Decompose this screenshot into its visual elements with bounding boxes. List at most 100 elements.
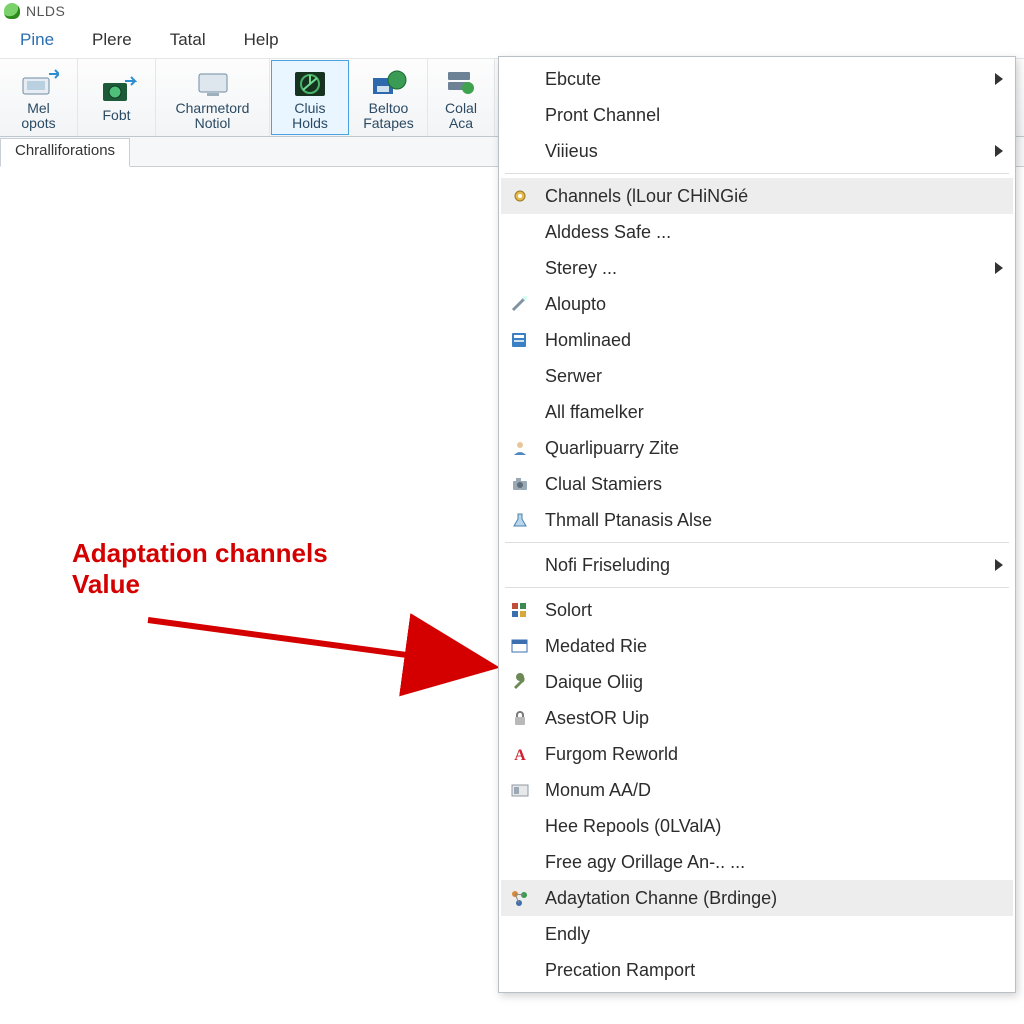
blank-icon (507, 257, 533, 279)
context-menu-item-label: AsestOR Uip (545, 708, 1003, 729)
tool-label: Cluis (294, 100, 325, 116)
context-menu-item[interactable]: Adaytation Channe (Brdinge) (501, 880, 1013, 916)
window-icon (507, 635, 533, 657)
blank-icon (507, 140, 533, 162)
context-menu-item-label: Hee Repools (0LValA) (545, 816, 1003, 837)
submenu-arrow-icon (995, 559, 1003, 571)
gear-icon (507, 185, 533, 207)
tool-beltoo[interactable]: BeltooFatapes (350, 59, 428, 136)
svg-text:A: A (514, 747, 526, 763)
menubar: Pine Plere Tatal Help (0, 22, 1024, 59)
submenu-arrow-icon (995, 145, 1003, 157)
camera-icon (507, 473, 533, 495)
submenu-arrow-icon (995, 73, 1003, 85)
context-menu: Ebcute Pront Channel Viiieus Channels (lLou… (498, 56, 1016, 993)
server-icon (440, 67, 482, 99)
blank-icon (507, 401, 533, 423)
context-menu-item-label: Channels (lLour CHiNGié (545, 186, 1003, 207)
context-menu-item-label: Monum AA/D (545, 780, 1003, 801)
context-menu-item[interactable]: Aloupto (501, 286, 1013, 322)
panel-icon (507, 779, 533, 801)
context-menu-item[interactable]: Monum AA/D (501, 772, 1013, 808)
titlebar: NLDS (0, 0, 1024, 22)
context-menu-item-label: Aloupto (545, 294, 1003, 315)
context-menu-item-label: Alddess Safe ... (545, 222, 1003, 243)
context-menu-item-label: Ebcute (545, 69, 983, 90)
app-shield-icon (4, 3, 20, 19)
context-menu-item[interactable]: Hee Repools (0LValA) (501, 808, 1013, 844)
disk-globe-icon (368, 67, 410, 99)
wand-icon (507, 293, 533, 315)
menu-tatal[interactable]: Tatal (152, 26, 224, 54)
context-menu-item[interactable]: Serwer (501, 358, 1013, 394)
tool-colal[interactable]: ColalAca (428, 59, 495, 136)
context-menu-item[interactable]: Precation Ramport (501, 952, 1013, 988)
context-menu-item-label: Medated Rie (545, 636, 1003, 657)
context-menu-item-label: Clual Stamiers (545, 474, 1003, 495)
blank-icon (507, 221, 533, 243)
context-menu-item[interactable]: Nofi Friseluding (501, 547, 1013, 583)
context-menu-item[interactable]: Homlinaed (501, 322, 1013, 358)
context-menu-item-label: Precation Ramport (545, 960, 1003, 981)
wrench-icon (507, 671, 533, 693)
menu-pine[interactable]: Pine (2, 26, 72, 54)
tool-charmetord[interactable]: CharmetordNotiol (156, 59, 270, 136)
context-menu-item[interactable]: Thmall Ptanasis Alse (501, 502, 1013, 538)
context-menu-item[interactable]: Quarlipuarry Zite (501, 430, 1013, 466)
context-menu-separator (505, 173, 1009, 174)
letter-a-icon: A (507, 743, 533, 765)
lock-icon (507, 707, 533, 729)
blank-icon (507, 554, 533, 576)
nodes-icon (507, 887, 533, 909)
user-icon (507, 437, 533, 459)
blocks-icon (507, 599, 533, 621)
blank-icon (507, 923, 533, 945)
context-menu-item[interactable]: AsestOR Uip (501, 700, 1013, 736)
app-title: NLDS (26, 3, 65, 19)
context-menu-item[interactable]: Channels (lLour CHiNGié (501, 178, 1013, 214)
blank-icon (507, 815, 533, 837)
context-menu-item[interactable]: Free agy Orillage An-.. ... (501, 844, 1013, 880)
context-menu-item-label: Adaytation Channe (Brdinge) (545, 888, 1003, 909)
tool-label: Mel (27, 100, 50, 116)
context-menu-item-label: Serwer (545, 366, 1003, 387)
context-menu-item[interactable]: A Furgom Reworld (501, 736, 1013, 772)
context-menu-item[interactable]: Daique Oliig (501, 664, 1013, 700)
context-menu-item[interactable]: Solort (501, 592, 1013, 628)
monitor-arrow-icon (18, 67, 60, 99)
tab-chralliforations[interactable]: Chralliforations (0, 138, 130, 167)
context-menu-item[interactable]: Medated Rie (501, 628, 1013, 664)
form-icon (507, 329, 533, 351)
context-menu-item[interactable]: Endly (501, 916, 1013, 952)
tool-label: Colal (445, 100, 477, 116)
tool-fobt[interactable]: Fobt (78, 59, 156, 136)
menu-plere[interactable]: Plere (74, 26, 150, 54)
annotation-line2: Value (72, 569, 328, 600)
context-menu-item[interactable]: All ffamelker (501, 394, 1013, 430)
context-menu-item-label: Daique Oliig (545, 672, 1003, 693)
context-menu-item-label: Quarlipuarry Zite (545, 438, 1003, 459)
menu-help[interactable]: Help (226, 26, 297, 54)
context-menu-separator (505, 587, 1009, 588)
context-menu-separator (505, 542, 1009, 543)
context-menu-item[interactable]: Viiieus (501, 133, 1013, 169)
context-menu-item-label: Furgom Reworld (545, 744, 1003, 765)
context-menu-item-label: Homlinaed (545, 330, 1003, 351)
tool-label: Beltoo (369, 100, 409, 116)
context-menu-item-label: Nofi Friseluding (545, 555, 983, 576)
tool-cluis-holds[interactable]: CluisHolds (271, 60, 349, 135)
chip-arrow-icon (96, 74, 138, 106)
context-menu-item[interactable]: Pront Channel (501, 97, 1013, 133)
context-menu-item[interactable]: Sterey ... (501, 250, 1013, 286)
annotation-text: Adaptation channels Value (72, 538, 328, 600)
blank-icon (507, 959, 533, 981)
context-menu-item[interactable]: Clual Stamiers (501, 466, 1013, 502)
context-menu-item-label: Viiieus (545, 141, 983, 162)
context-menu-item-label: Free agy Orillage An-.. ... (545, 852, 1003, 873)
tool-mel-opots[interactable]: Melopots (0, 59, 78, 136)
context-menu-item-label: All ffamelker (545, 402, 1003, 423)
context-menu-item[interactable]: Ebcute (501, 61, 1013, 97)
context-menu-item[interactable]: Alddess Safe ... (501, 214, 1013, 250)
blank-icon (507, 365, 533, 387)
context-menu-item-label: Thmall Ptanasis Alse (545, 510, 1003, 531)
